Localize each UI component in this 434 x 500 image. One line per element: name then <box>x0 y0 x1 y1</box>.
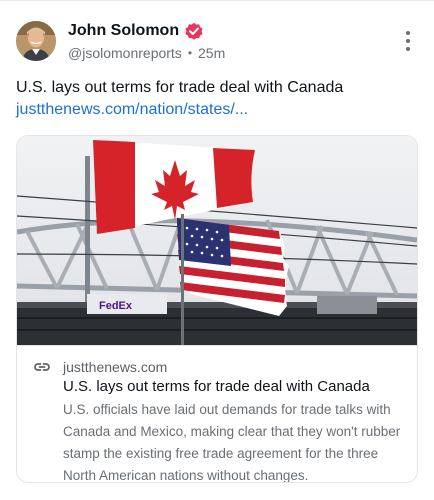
post-text: U.S. lays out terms for trade deal with … <box>16 79 344 96</box>
more-options-icon[interactable] <box>398 27 418 55</box>
post-link[interactable]: justthenews.com/nation/states/... <box>16 99 418 121</box>
card-title[interactable]: U.S. lays out terms for trade deal with … <box>63 377 401 397</box>
post-body: U.S. lays out terms for trade deal with … <box>16 77 418 121</box>
card-body: justthenews.com U.S. lays out terms for … <box>17 345 417 483</box>
author-block: John Solomon @jsolomonreports • 25m <box>68 20 225 63</box>
more-dot <box>406 31 410 35</box>
author-handle[interactable]: @jsolomonreports <box>68 45 182 61</box>
post-time[interactable]: 25m <box>198 45 225 61</box>
name-row: John Solomon <box>68 20 225 42</box>
card-domain: justthenews.com <box>63 359 168 375</box>
post-header: John Solomon @jsolomonreports • 25m <box>16 19 418 63</box>
domain-row: justthenews.com <box>33 358 401 376</box>
link-preview-card[interactable]: FedEx justthenews.com U.S. lays out term… <box>16 135 418 483</box>
verified-badge-icon <box>185 22 203 40</box>
meta-row: @jsolomonreports • 25m <box>68 43 225 63</box>
card-description: U.S. officials have laid out demands for… <box>63 402 401 483</box>
more-dot <box>406 47 410 51</box>
avatar-image <box>16 21 56 61</box>
link-icon <box>34 363 50 371</box>
more-dot <box>406 39 410 43</box>
meta-separator: • <box>187 45 193 60</box>
top-divider <box>0 0 434 4</box>
author-name[interactable]: John Solomon <box>68 22 179 40</box>
card-image[interactable]: FedEx <box>17 136 417 345</box>
truck-logo-text: FedEx <box>99 300 133 312</box>
avatar[interactable] <box>16 21 56 61</box>
